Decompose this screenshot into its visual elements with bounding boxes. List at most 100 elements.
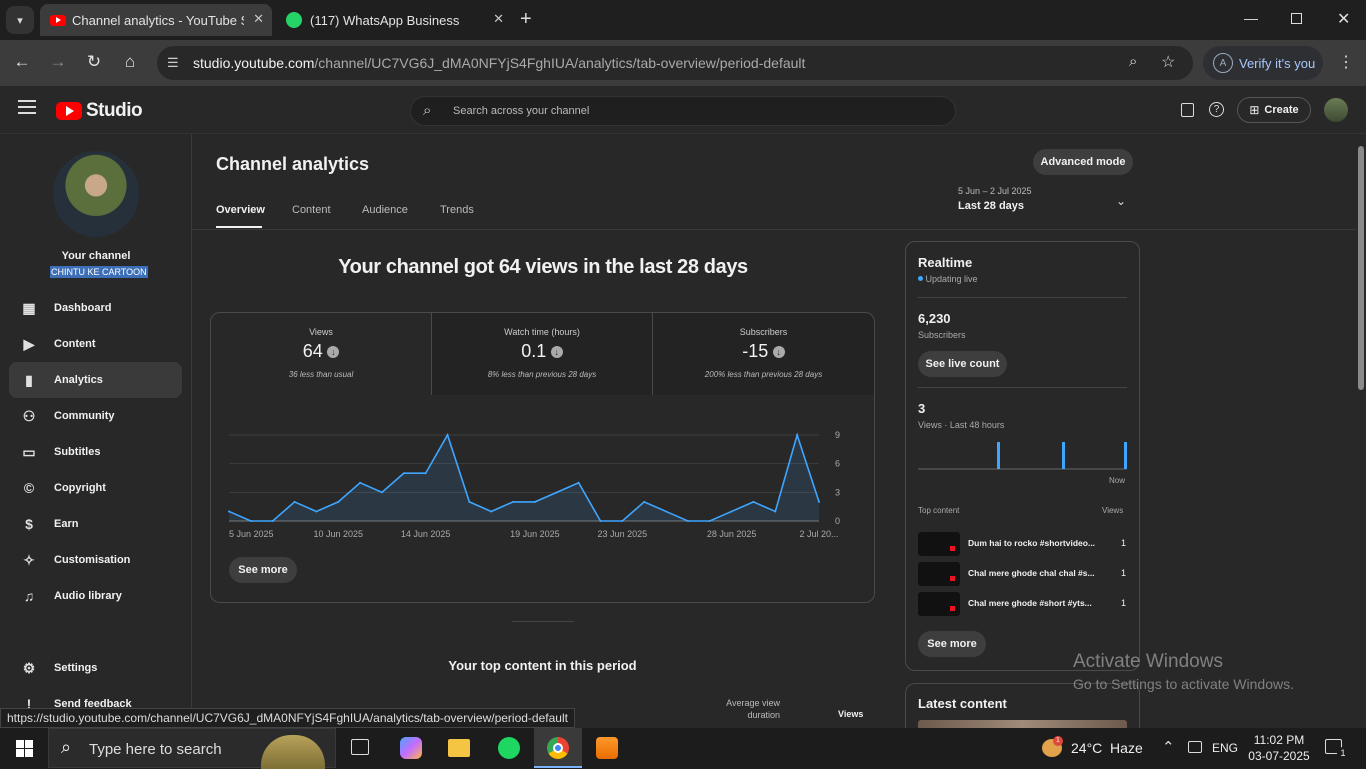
verify-button[interactable]: A Verify it's you xyxy=(1203,46,1323,80)
chevron-up-icon[interactable]: ⌃ xyxy=(1162,738,1175,756)
tab-audience[interactable]: Audience xyxy=(362,204,408,216)
realtime-views-value: 3 xyxy=(918,401,926,416)
chrome-taskbar-button[interactable] xyxy=(534,728,582,768)
menu-icon[interactable]: ⋮ xyxy=(1338,52,1354,72)
realtime-views-label: Views · Last 48 hours xyxy=(918,420,1005,430)
url-bar[interactable]: ☰ studio.youtube.com/channel/UC7VG6J_dMA… xyxy=(157,46,1193,80)
col-views[interactable]: Views xyxy=(838,709,863,719)
dashboard-icon: ▦ xyxy=(22,299,36,316)
advanced-mode-button[interactable]: Advanced mode xyxy=(1033,149,1133,175)
back-icon[interactable]: ← xyxy=(11,52,33,72)
data-point xyxy=(665,510,668,513)
views-chart[interactable]: 9 6 3 0 5 Jun 2025 10 Jun 2025 14 Jun 2025 19 J… xyxy=(211,413,874,545)
x-tick-label: 19 Jun 2025 xyxy=(510,529,560,539)
data-point xyxy=(228,510,230,513)
home-icon[interactable]: ⌂ xyxy=(119,52,141,72)
tab-content[interactable]: Content xyxy=(292,204,331,216)
language-indicator[interactable]: ENG xyxy=(1212,741,1238,755)
copilot-icon[interactable] xyxy=(400,737,422,759)
channel-name[interactable]: CHINTU KE CARTOON xyxy=(50,266,148,278)
x-tick-label: 14 Jun 2025 xyxy=(401,529,451,539)
tab-search-button[interactable]: ▾ xyxy=(6,6,34,34)
new-tab-button[interactable]: + xyxy=(520,8,532,31)
data-point xyxy=(249,520,252,522)
help-icon[interactable]: ? xyxy=(1209,102,1224,117)
weather-badge: 1 xyxy=(1053,736,1063,746)
search-icon: ⌕ xyxy=(61,737,72,757)
sidebar-item-copyright[interactable]: © Copyright xyxy=(9,470,182,506)
metric-views[interactable]: Views 64 ↓ 36 less than usual xyxy=(211,313,432,395)
list-item[interactable]: Chal mere ghode chal chal #s... 1 xyxy=(918,562,1127,586)
x-tick-label: 2 Jul 20... xyxy=(799,529,838,539)
video-views: 1 xyxy=(1121,568,1127,578)
metric-watch-time[interactable]: Watch time (hours) 0.1 ↓ 8% less than pr… xyxy=(432,313,653,395)
sidebar-item-earn[interactable]: $ Earn xyxy=(9,506,182,542)
metric-note: 8% less than previous 28 days xyxy=(487,370,597,379)
close-window-icon[interactable]: ✕ xyxy=(1337,9,1350,29)
site-info-icon[interactable]: ☰ xyxy=(167,55,179,71)
feedback-doc-icon[interactable] xyxy=(1181,103,1194,117)
video-title: Chal mere ghode #short #yts... xyxy=(968,598,1092,608)
profile-icon: A xyxy=(1213,53,1233,73)
data-point xyxy=(380,491,383,494)
sidebar-item-customisation[interactable]: ✧ Customisation xyxy=(9,542,182,578)
list-item[interactable]: Chal mere ghode #short #yts... 1 xyxy=(918,592,1127,616)
close-icon[interactable]: ✕ xyxy=(253,11,264,27)
clock-date[interactable]: 03-07-2025 xyxy=(1245,749,1313,763)
metric-subscribers[interactable]: Subscribers -15 ↓ 200% less than previou… xyxy=(653,313,874,395)
close-icon[interactable]: ✕ xyxy=(493,11,504,27)
windows-start-icon[interactable] xyxy=(16,740,33,757)
arrow-down-icon: ↓ xyxy=(772,346,785,358)
status-bar-url: https://studio.youtube.com/channel/UC7VG… xyxy=(0,708,575,728)
chevron-down-icon: ⌄ xyxy=(1116,194,1127,208)
see-live-count-button[interactable]: See live count xyxy=(918,351,1007,377)
tab-overview[interactable]: Overview xyxy=(216,204,265,216)
scrollbar-thumb[interactable] xyxy=(1358,146,1364,390)
tabs-divider xyxy=(192,229,1358,230)
realtime-sparkline[interactable] xyxy=(918,440,1127,470)
sidebar-item-audio-library[interactable]: ♫ Audio library xyxy=(9,578,182,614)
create-button[interactable]: ⊞ Create xyxy=(1237,97,1311,123)
fl-studio-icon[interactable] xyxy=(596,737,618,759)
zoom-icon[interactable]: ⌕ xyxy=(1129,53,1137,70)
forward-icon[interactable]: → xyxy=(47,52,69,72)
restore-icon[interactable] xyxy=(1291,13,1302,24)
sidebar-item-content[interactable]: ▶ Content xyxy=(9,326,182,362)
divider xyxy=(918,297,1127,298)
sidebar-item-settings[interactable]: ⚙ Settings xyxy=(9,650,182,686)
channel-avatar[interactable] xyxy=(53,151,139,237)
clock-time[interactable]: 11:02 PM xyxy=(1250,733,1308,747)
tab-whatsapp[interactable]: (117) WhatsApp Business ✕ xyxy=(280,4,512,36)
reload-icon[interactable]: ↻ xyxy=(83,52,105,72)
col-avg-view-duration[interactable]: Average view duration xyxy=(714,697,780,721)
video-plus-icon: ⊞ xyxy=(1249,103,1260,117)
file-explorer-icon[interactable] xyxy=(448,739,470,757)
realtime-see-more-button[interactable]: See more xyxy=(918,631,986,657)
url-text: studio.youtube.com/channel/UC7VG6J_dMA0N… xyxy=(193,55,806,71)
y-tick-label: 9 xyxy=(835,430,840,440)
sidebar-item-dashboard[interactable]: ▦ Dashboard xyxy=(9,290,182,326)
bookmark-star-icon[interactable]: ☆ xyxy=(1161,52,1175,72)
account-avatar[interactable] xyxy=(1324,98,1348,122)
weather-text[interactable]: 24°C Haze xyxy=(1071,740,1143,756)
search-bar[interactable]: ⌕ Search across your channel xyxy=(410,96,956,126)
period-selector[interactable]: 5 Jun – 2 Jul 2025 Last 28 days ⌄ xyxy=(958,186,1134,218)
tab-youtube-studio[interactable]: Channel analytics - YouTube Studio ✕ xyxy=(40,4,272,36)
headline: Your channel got 64 views in the last 28… xyxy=(338,256,748,278)
sidebar-item-subtitles[interactable]: ▭ Subtitles xyxy=(9,434,182,470)
sidebar-item-community[interactable]: ⚇ Community xyxy=(9,398,182,434)
meet-now-icon[interactable] xyxy=(1188,741,1202,753)
list-item[interactable]: Dum hai to rocko #shortvideo... 1 xyxy=(918,532,1127,556)
taskbar-search[interactable]: ⌕ Type here to search xyxy=(48,728,336,769)
studio-logo[interactable]: Studio xyxy=(56,100,143,122)
scrollbar-track[interactable] xyxy=(1356,134,1366,728)
sidebar-item-analytics[interactable]: ▮ Analytics xyxy=(9,362,182,398)
data-point xyxy=(555,491,558,494)
task-view-icon[interactable] xyxy=(351,739,369,755)
hamburger-icon[interactable] xyxy=(18,100,36,114)
earn-icon: $ xyxy=(25,516,33,532)
tab-trends[interactable]: Trends xyxy=(440,204,474,216)
spotify-icon[interactable] xyxy=(498,737,520,759)
see-more-button[interactable]: See more xyxy=(229,557,297,583)
minimize-icon[interactable]: — xyxy=(1244,10,1258,26)
